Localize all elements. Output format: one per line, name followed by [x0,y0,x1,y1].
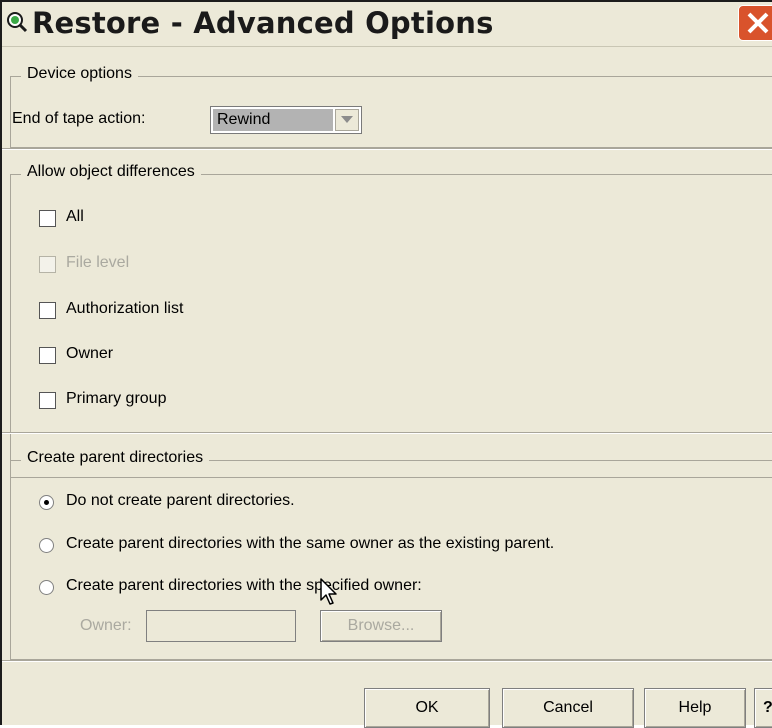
owner-field-label: Owner: [80,617,132,634]
same-owner-label: Create parent directories with the same … [66,535,555,552]
primary-group-label: Primary group [66,390,167,407]
mouse-pointer-icon [320,578,340,611]
window-title: Restore - Advanced Options [32,6,494,40]
dialog-content: Device options End of tape action: Rewin… [2,48,772,728]
all-checkbox[interactable] [39,210,56,227]
device-options-title: Device options [21,65,138,83]
help-button[interactable]: Help [644,688,746,728]
authorization-list-checkbox[interactable] [39,302,56,319]
authorization-list-label: Authorization list [66,300,184,317]
divider [2,432,772,434]
restore-advanced-options-dialog: Restore - Advanced Options Device option… [0,0,772,728]
all-label: All [66,208,84,225]
divider [2,660,772,662]
close-button[interactable] [738,5,772,41]
owner-checkbox[interactable] [39,347,56,364]
restore-icon [6,11,28,33]
browse-button: Browse... [320,610,442,642]
context-help-button[interactable]: ? [754,688,772,728]
radio-selected-dot [44,500,49,505]
dropdown-button[interactable] [335,109,359,131]
cancel-button[interactable]: Cancel [502,688,634,728]
do-not-create-label: Do not create parent directories. [66,492,295,509]
title-bar: Restore - Advanced Options [2,2,772,47]
divider [2,148,772,150]
owner-label: Owner [66,345,114,362]
ok-button[interactable]: OK [364,688,490,728]
specified-owner-label: Create parent directories with the speci… [66,577,422,594]
primary-group-checkbox[interactable] [39,392,56,409]
file-level-checkbox [39,256,56,273]
end-of-tape-select[interactable]: Rewind [210,106,362,134]
owner-input [146,610,296,642]
allow-object-differences-title: Allow object differences [21,163,201,181]
specified-owner-radio[interactable] [39,580,54,595]
end-of-tape-label: End of tape action: [12,110,146,127]
file-level-label: File level [66,254,130,271]
create-parent-directories-title: Create parent directories [21,449,210,467]
do-not-create-radio[interactable] [39,495,54,510]
same-owner-radio[interactable] [39,538,54,553]
end-of-tape-value: Rewind [213,109,333,131]
